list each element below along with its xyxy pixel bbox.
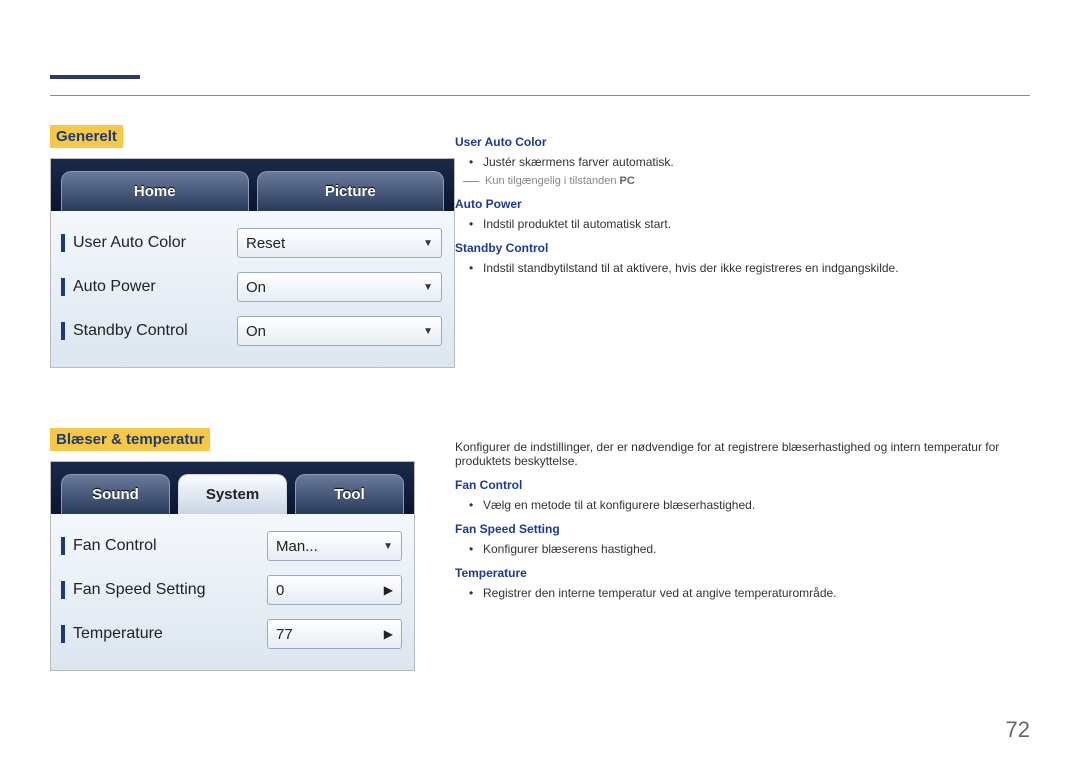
chevron-down-icon: ▼ [423,282,433,293]
bullet-user-auto-color: Justér skærmens farver automatisk. [483,155,1030,169]
stepper-temperature[interactable]: 77 ▶ [267,619,402,649]
section-heading-blaeser: Blæser & temperatur [50,428,210,451]
value-temperature: 77 [276,626,293,643]
page-number: 72 [1006,717,1030,743]
tab-tool-label: Tool [334,486,365,503]
term-auto-power: Auto Power [455,197,1030,211]
stepper-fan-speed-setting[interactable]: 0▶ [267,575,402,605]
tab-sound[interactable]: Sound [61,474,170,514]
chevron-down-icon: ▼ [423,326,433,337]
tab-tool[interactable]: Tool [295,474,404,514]
row-auto-power: Auto Power On ▼ [57,265,448,309]
term-fan-speed-setting: Fan Speed Setting [455,522,1030,536]
chevron-down-icon: ▼ [383,541,393,552]
screenshot-blaeser: Sound System Tool Fan Control Man... ▼ Fa… [50,461,415,671]
bullet-fan-speed-setting: Konfigurer blæserens hastighed. [483,542,1030,556]
tab-bar: Home Picture [51,159,454,211]
term-standby-control: Standby Control [455,241,1030,255]
value-standby-control: On [246,323,266,340]
section-heading-generelt: Generelt [50,125,123,148]
screenshot-generelt: Home Picture User Auto Color Reset ▼ Auto… [50,158,455,368]
row-user-auto-color: User Auto Color Reset ▼ [57,221,448,265]
value-user-auto-color: Reset [246,235,285,252]
dropdown-user-auto-color[interactable]: Reset ▼ [237,228,442,258]
term-user-auto-color: User Auto Color [455,135,1030,149]
row-standby-control: Standby Control On ▼ [57,309,448,353]
bullet-fan-control: Vælg en metode til at konfigurere blæser… [483,498,1030,512]
label-auto-power: Auto Power [73,278,156,296]
tab-system-label: System [206,486,259,503]
dropdown-fan-control[interactable]: Man... ▼ [267,531,402,561]
label-fan-control: Fan Control [73,537,157,555]
chevron-down-icon: ▼ [423,238,433,249]
tab-picture[interactable]: Picture [257,171,445,211]
note-mode: PC [620,175,635,187]
dropdown-auto-power[interactable]: On ▼ [237,272,442,302]
value-auto-power: On [246,279,266,296]
tab-bar: Sound System Tool [51,462,414,514]
tab-system[interactable]: System [178,474,287,514]
value-fan-speed-setting: 0 [276,582,284,599]
row-fan-speed-setting: Fan Speed Setting 0▶ [57,568,408,612]
tab-picture-label: Picture [325,183,376,200]
term-fan-control: Fan Control [455,478,1030,492]
note-user-auto-color: Kun tilgængelig i tilstanden PC [483,175,1030,187]
panel-body: Fan Control Man...▼ Fan Speed Setting 0▶… [51,514,414,670]
tab-home[interactable]: Home [61,171,249,211]
dropdown-standby-control[interactable]: On ▼ [237,316,442,346]
triangle-right-icon: ▶ [384,627,393,641]
note-pre: Kun tilgængelig i tilstanden [485,175,620,187]
intro-blaeser: Konfigurer de indstillinger, der er nødv… [455,440,1030,468]
row-fan-control: Fan Control Man... ▼ [57,524,408,568]
tab-sound-label: Sound [92,486,139,503]
term-temperature: Temperature [455,566,1030,580]
value-fan-control: Man... [276,538,318,555]
label-standby-control: Standby Control [73,322,188,340]
bullet-standby-control: Indstil standbytilstand til at aktivere,… [483,261,1030,275]
triangle-right-icon: ▶ [384,583,393,597]
bullet-auto-power: Indstil produktet til automatisk start. [483,217,1030,231]
tab-home-label: Home [134,183,176,200]
bullet-temperature: Registrer den interne temperatur ved at … [483,586,1030,600]
row-temperature: Temperature 77 ▶ [57,612,408,656]
panel-body: User Auto Color Reset ▼ Auto Power On ▼ St… [51,211,454,367]
label-temperature: Temperature [73,625,163,643]
label-user-auto-color: User Auto Color [73,234,186,252]
label-fan-speed-setting: Fan Speed Setting [73,581,206,599]
